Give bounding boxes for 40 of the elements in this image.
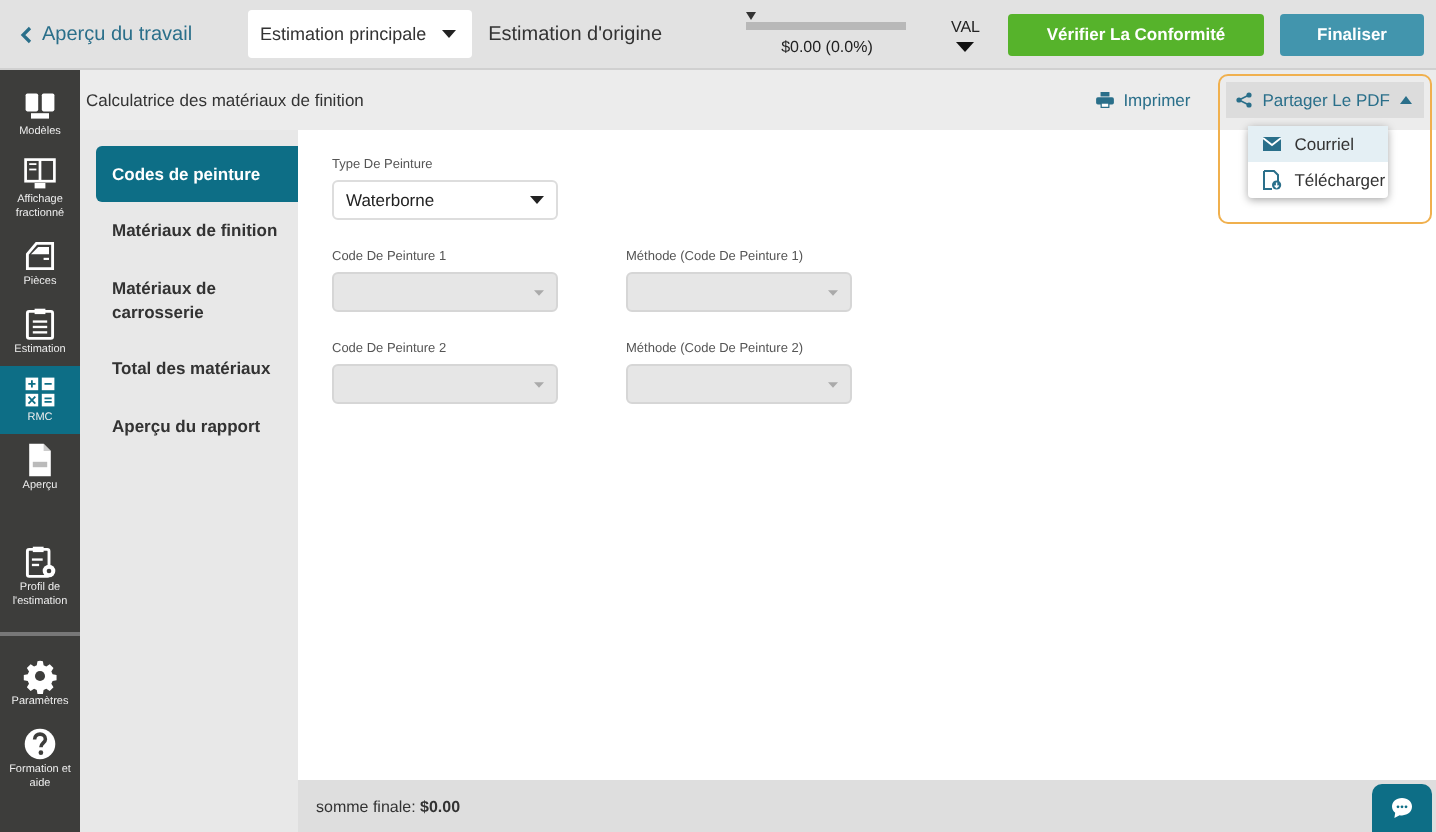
caret-down-icon xyxy=(442,30,457,38)
print-link[interactable]: Imprimer xyxy=(1095,90,1191,110)
select-field[interactable]: Waterborne xyxy=(332,180,558,220)
clipboard-gear-icon xyxy=(22,544,58,581)
caret-down-icon xyxy=(828,289,838,295)
estimate-label: Estimation d'origine xyxy=(488,23,663,45)
caret-down-icon xyxy=(534,381,544,387)
help-icon xyxy=(22,725,58,762)
book-icon xyxy=(22,88,58,125)
nav-tab[interactable]: Total des matériaux xyxy=(96,340,298,398)
chat-button[interactable] xyxy=(1372,784,1432,832)
nav-tab[interactable]: Aperçu du rapport xyxy=(96,397,298,454)
document-download-icon xyxy=(1262,170,1283,190)
gear-icon xyxy=(22,657,58,694)
share-icon xyxy=(1236,92,1253,108)
val-toggle[interactable]: VAL xyxy=(950,17,980,51)
caret-up-icon xyxy=(1400,96,1412,104)
clipboard-icon xyxy=(22,305,58,342)
nav-tab[interactable]: Matériaux de carrosserie xyxy=(96,259,298,341)
chevron-left-icon xyxy=(20,25,32,43)
monitor-icon xyxy=(22,156,58,192)
caret-down-icon xyxy=(534,289,544,295)
menu-item[interactable]: Télécharger xyxy=(1248,162,1389,198)
chat-bubble-icon xyxy=(1390,796,1414,820)
caret-down-icon xyxy=(828,381,838,387)
caret-down-icon xyxy=(530,196,544,204)
envelope-icon xyxy=(1262,134,1283,154)
back-link[interactable]: Aperçu du travail xyxy=(20,23,193,45)
estimate-dropdown[interactable]: Estimation principale xyxy=(248,10,473,58)
nav-tab[interactable]: Codes de peinture xyxy=(96,146,298,203)
share-pdf-button[interactable]: Partager Le PDF xyxy=(1226,82,1424,118)
car-door-icon xyxy=(22,237,58,274)
caret-down-icon xyxy=(956,41,975,51)
nav-tab[interactable]: Matériaux de finition xyxy=(96,202,298,260)
progress-reading: $0.00 (0.0%) xyxy=(781,37,873,55)
calculator-icon xyxy=(22,373,58,410)
total-text: somme finale: $0.00 xyxy=(316,797,461,815)
page-title: Calculatrice des matériaux de finition xyxy=(86,90,364,110)
menu-item[interactable]: Courriel xyxy=(1248,126,1389,162)
printer-icon xyxy=(1095,92,1114,108)
